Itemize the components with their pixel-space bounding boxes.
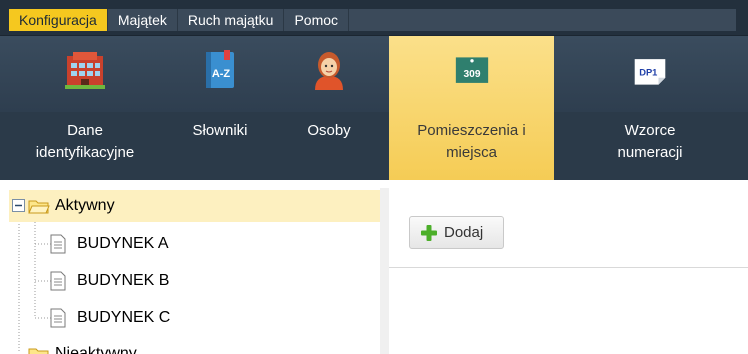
add-button[interactable]: Dodaj: [409, 216, 504, 249]
ribbon-dane-identyfikacyjne[interactable]: Dane identyfikacyjne: [0, 36, 170, 180]
ribbon-label: Dane identyfikacyjne: [0, 120, 170, 164]
panel-splitter[interactable]: [380, 188, 389, 354]
ribbon-label-line1: Dane: [67, 122, 103, 139]
ribbon-label-line1: Słowniki: [192, 122, 248, 139]
menu-container: Konfiguracja Majątek Ruch majątku Pomoc: [9, 9, 736, 31]
template-text: DP1: [639, 67, 657, 77]
document-icon: [50, 308, 66, 328]
ribbon-label-line1: Pomieszczenia i: [417, 122, 526, 139]
ribbon-label-line2: miejsca: [446, 144, 497, 161]
tree-node-label: Aktywny: [55, 197, 115, 214]
location-tree: Aktywny BUDYNEK A BUDYNEK B BUDYNEK C Ni…: [9, 188, 381, 354]
document-icon: [50, 234, 66, 254]
folder-icon: [28, 348, 49, 354]
ribbon-label-line2: numeracji: [617, 144, 683, 161]
menu-majatek[interactable]: Majątek: [108, 9, 178, 31]
ribbon-osoby[interactable]: Osoby: [270, 36, 388, 180]
ribbon-slowniki[interactable]: A-Z Słowniki: [170, 36, 270, 180]
tree-node-budynek-c[interactable]: BUDYNEK C: [49, 302, 170, 334]
ribbon-wzorce-numeracji[interactable]: DP1 Wzorce numeracji: [576, 36, 724, 180]
numbering-template-icon: DP1: [634, 59, 666, 85]
tree-node-nieaktywny[interactable]: Nieaktywny: [9, 338, 137, 354]
svg-text:A-Z: A-Z: [212, 68, 231, 80]
tree-node-label: BUDYNEK B: [77, 272, 170, 289]
menu-bar: Konfiguracja Majątek Ruch majątku Pomoc: [0, 0, 748, 35]
folder-open-icon: [28, 200, 50, 214]
plus-icon: [421, 224, 437, 241]
tree-node-budynek-b[interactable]: BUDYNEK B: [49, 265, 169, 297]
add-button-label: Dodaj: [444, 224, 484, 241]
person-icon: [315, 52, 343, 90]
ribbon-label-line1: Wzorce: [624, 122, 676, 139]
menu-pomoc[interactable]: Pomoc: [284, 9, 350, 31]
room-number-icon: 309: [455, 57, 488, 83]
tree-node-label: Nieaktywny: [55, 345, 137, 354]
collapse-icon[interactable]: [12, 199, 26, 213]
ribbon-pomieszczenia[interactable]: 309 Pomieszczenia i miejsca: [389, 36, 554, 180]
tree-node-aktywny[interactable]: Aktywny: [9, 190, 380, 222]
ribbon-label: Wzorce numeracji: [576, 120, 724, 164]
content-toolbar: Dodaj: [389, 188, 748, 268]
ribbon-label: Słowniki: [170, 120, 270, 142]
ribbon-label-line2: identyfikacyjne: [35, 144, 135, 161]
room-number-text: 309: [463, 69, 480, 80]
ribbon: Dane identyfikacyjne A-Z Słowniki Osoby: [0, 35, 748, 180]
dictionary-icon: A-Z: [206, 50, 234, 88]
ribbon-label: Pomieszczenia i miejsca: [389, 120, 554, 164]
menu-spacer: [349, 9, 736, 31]
tree-node-label: BUDYNEK A: [77, 235, 169, 252]
menu-konfiguracja[interactable]: Konfiguracja: [9, 9, 108, 31]
tree-node-budynek-a[interactable]: BUDYNEK A: [49, 228, 169, 260]
building-icon: [65, 52, 105, 89]
tree-node-label: BUDYNEK C: [77, 309, 171, 326]
menu-ruch-majatku[interactable]: Ruch majątku: [178, 9, 285, 31]
ribbon-label: Osoby: [270, 120, 388, 142]
ribbon-label-line1: Osoby: [307, 122, 351, 139]
document-icon: [50, 271, 66, 291]
